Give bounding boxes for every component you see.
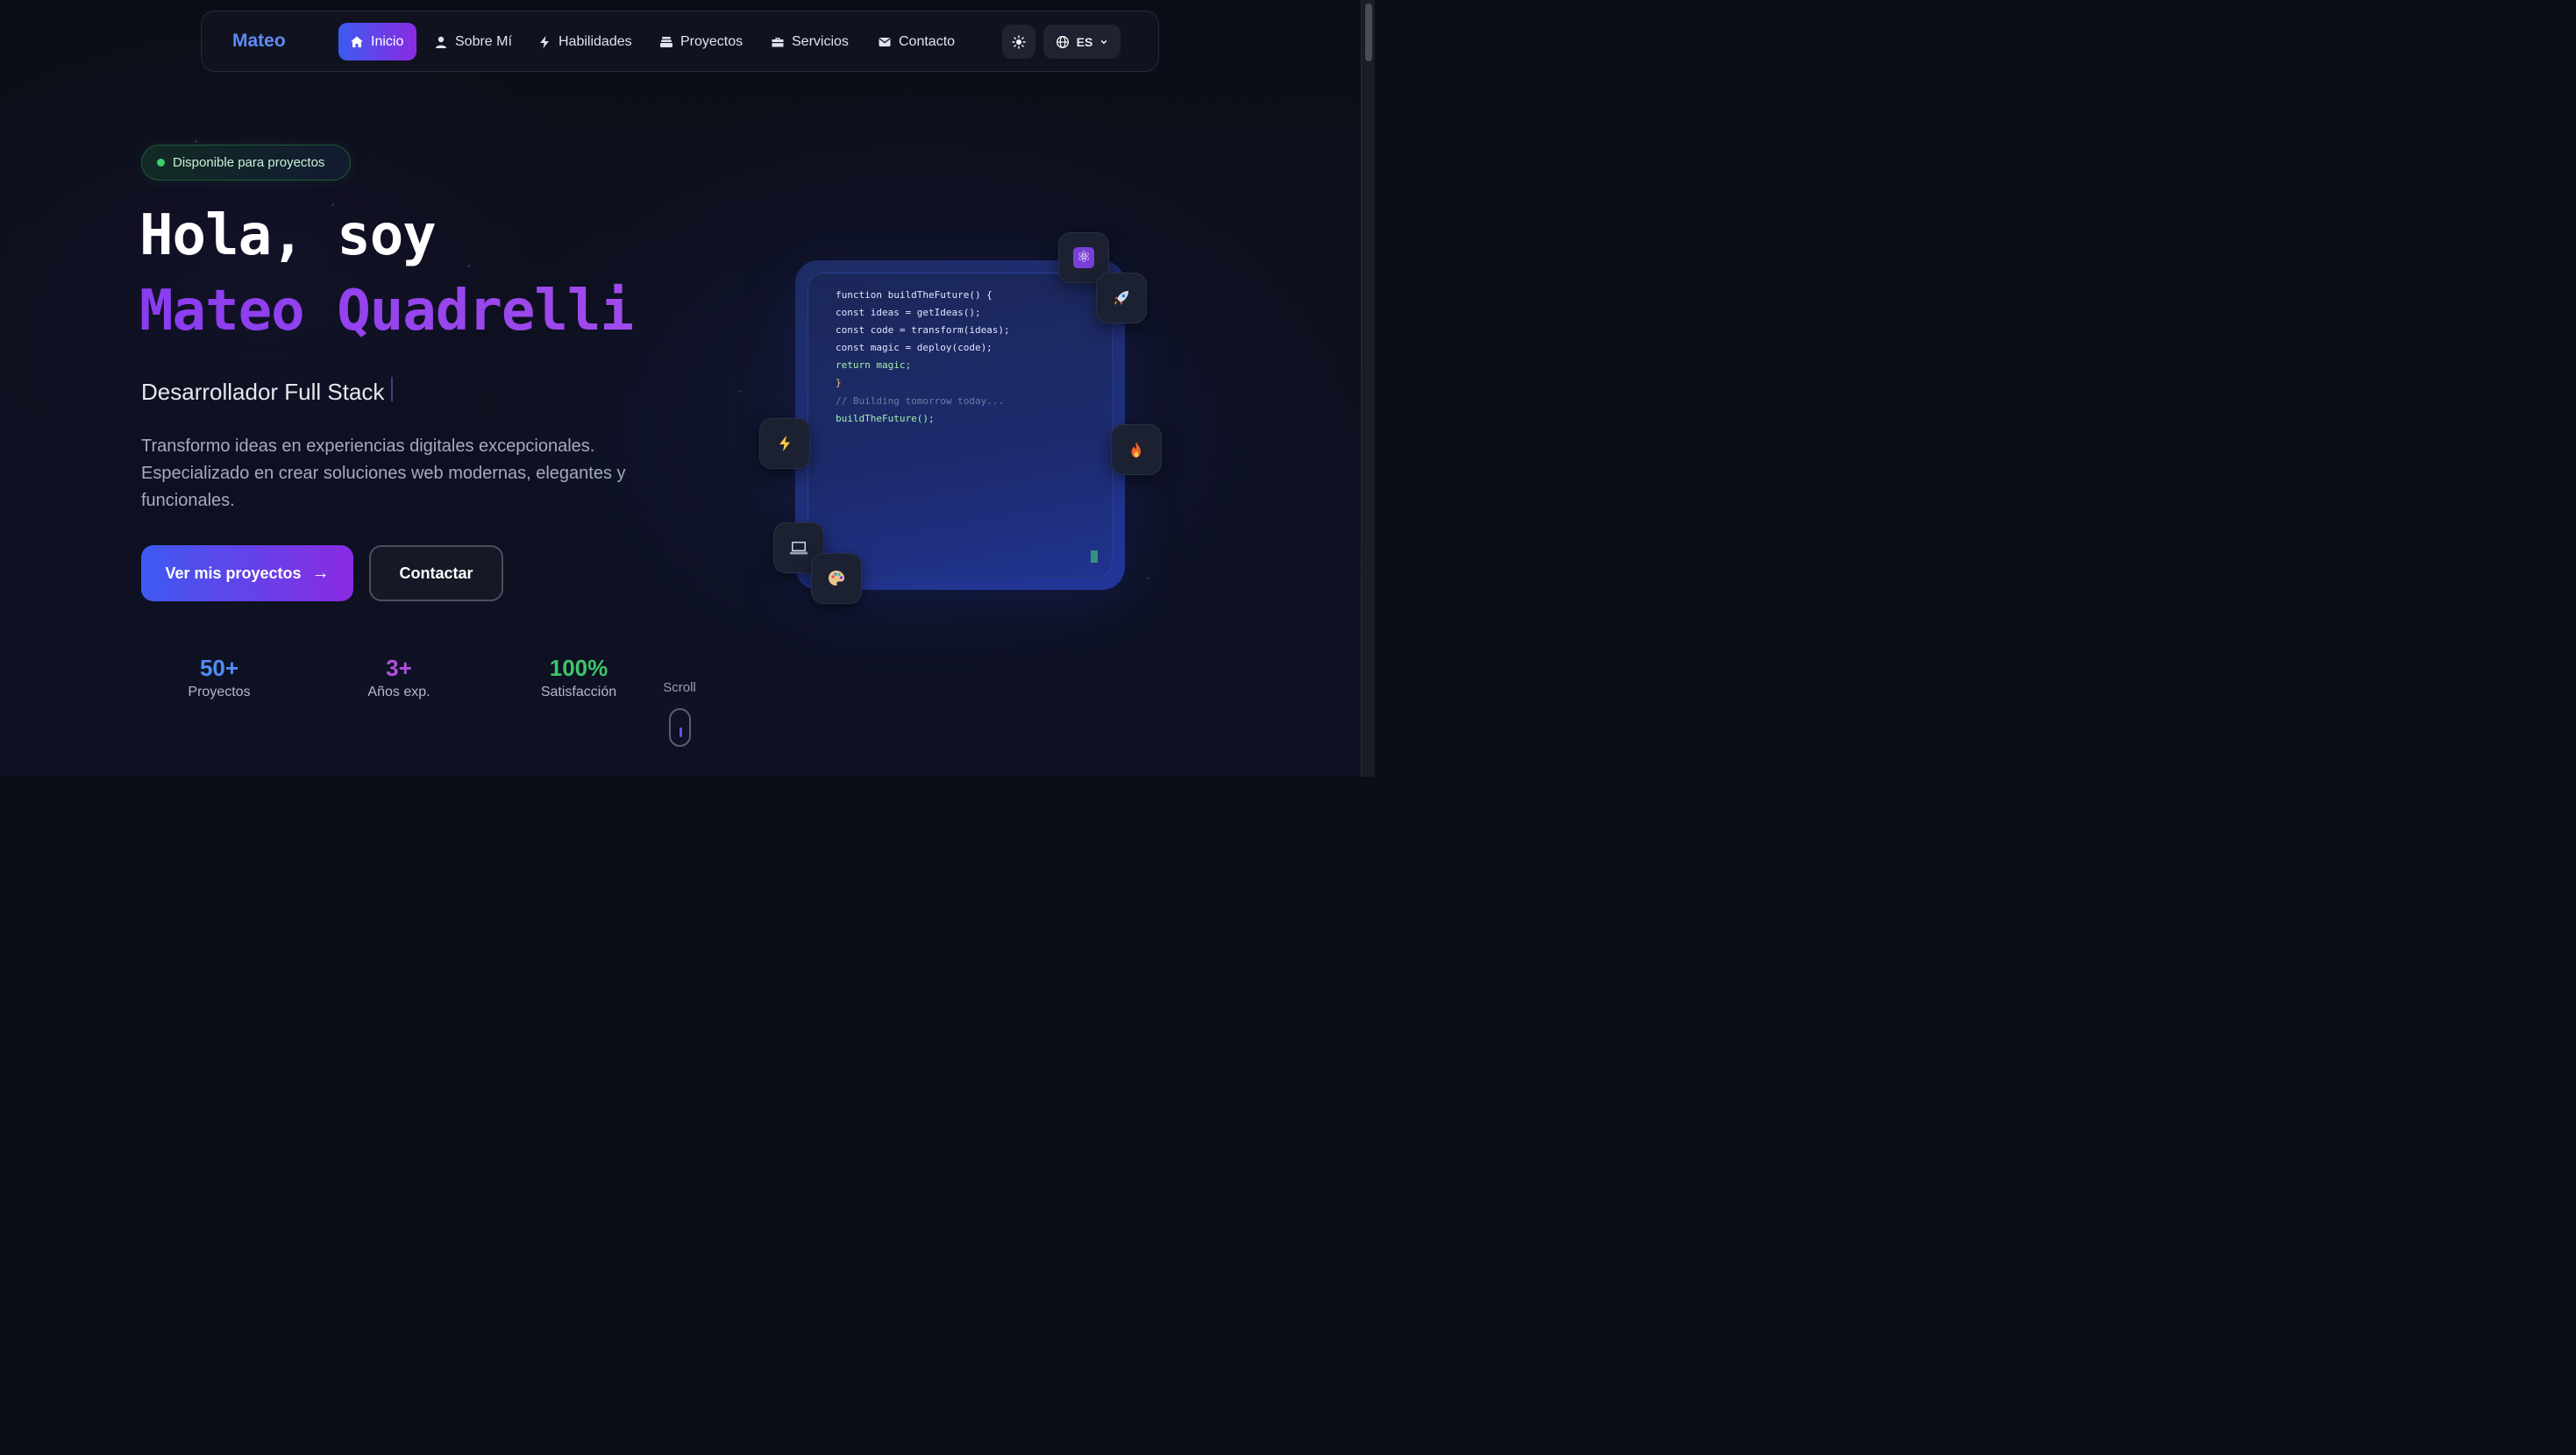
- availability-text: Disponible para proyectos: [173, 155, 325, 170]
- nav-item-label: Servicios: [792, 33, 849, 49]
- nav-item-label: Inicio: [371, 33, 404, 49]
- home-icon: [351, 36, 363, 47]
- mouse-wheel: [679, 728, 682, 737]
- nav-item-label: Proyectos: [680, 33, 744, 49]
- hero-role: Desarrollador Full Stack: [141, 379, 385, 405]
- hero-greeting: Hola, soy: [139, 203, 437, 268]
- scroll-hint-label: Scroll: [663, 680, 696, 695]
- stat-label: Proyectos: [188, 685, 251, 699]
- hero-name: Mateo Quadrelli: [139, 279, 634, 344]
- code-line: }: [836, 377, 842, 388]
- stat-label: Satisfacción: [540, 685, 617, 699]
- user-icon: [436, 36, 446, 48]
- envelope-icon: [879, 37, 891, 46]
- stat-value: 100%: [549, 655, 608, 681]
- bolt-icon: [540, 35, 549, 48]
- nav-item-contacto[interactable]: Contacto: [866, 23, 966, 60]
- lightning-icon: [759, 418, 810, 469]
- atom-glyph: ⚛: [1073, 247, 1094, 268]
- decorative-dot: [467, 265, 470, 267]
- sun-icon: [1012, 34, 1026, 49]
- hero-description: Transformo ideas en experiencias digital…: [141, 436, 626, 510]
- nav-item-sobre-mi[interactable]: Sobre Mí: [423, 23, 523, 60]
- status-dot-icon: [157, 159, 165, 167]
- stat-projects: 50+ Proyectos: [162, 654, 276, 700]
- stat-value: 3+: [386, 655, 412, 681]
- contact-button-label: Contactar: [399, 564, 473, 582]
- nav-item-inicio[interactable]: Inicio: [338, 23, 416, 60]
- rocket-glyph: [1114, 291, 1128, 305]
- portfolio-page: Mateo Inicio Sobre Mí Habilidades Proyec…: [0, 0, 1375, 777]
- stat-label: Años exp.: [367, 685, 431, 699]
- decorative-dot: [1147, 577, 1149, 579]
- briefcase-icon: [772, 37, 784, 46]
- page-scrollbar[interactable]: [1361, 0, 1375, 777]
- nav-item-label: Contacto: [899, 33, 956, 49]
- code-editor-panel: function buildTheFuture() { const ideas …: [808, 273, 1113, 578]
- layers-icon: [660, 36, 672, 47]
- theme-toggle-button[interactable]: [1002, 25, 1035, 59]
- stat-experience: 3+ Años exp.: [342, 654, 456, 700]
- availability-badge: Disponible para proyectos: [141, 145, 351, 181]
- scrollbar-thumb[interactable]: [1365, 4, 1372, 61]
- scroll-mouse-icon[interactable]: [669, 708, 691, 747]
- contact-button[interactable]: Contactar: [369, 545, 503, 601]
- nav-item-label: Sobre Mí: [455, 33, 512, 49]
- laptop-glyph: [790, 542, 808, 555]
- code-line: buildTheFuture();: [836, 413, 935, 424]
- rocket-icon: [1096, 273, 1147, 323]
- globe-icon: [1056, 35, 1069, 48]
- view-projects-button[interactable]: Ver mis proyectos →: [141, 545, 353, 601]
- nav-item-label: Habilidades: [559, 33, 632, 49]
- stat-satisfaction: 100% Satisfacción: [522, 654, 636, 700]
- typing-caret: [391, 377, 393, 401]
- view-projects-label: Ver mis proyectos: [165, 564, 302, 582]
- decorative-dot: [739, 390, 742, 393]
- language-code: ES: [1076, 34, 1093, 49]
- code-line: return magic;: [836, 359, 912, 371]
- arrow-right-icon: →: [311, 563, 330, 583]
- code-window: function buildTheFuture() { const ideas …: [795, 260, 1125, 590]
- terminal-cursor: [1091, 550, 1098, 563]
- fire-glyph: [1131, 442, 1141, 458]
- code-line: function buildTheFuture() {: [836, 289, 993, 301]
- language-selector[interactable]: ES: [1043, 25, 1121, 59]
- nav-item-servicios[interactable]: Servicios: [759, 23, 860, 60]
- code-line: const ideas = getIdeas();: [836, 307, 981, 318]
- chevron-down-icon: [1101, 39, 1107, 44]
- top-navbar: Mateo Inicio Sobre Mí Habilidades Proyec…: [201, 11, 1159, 72]
- decorative-dot: [195, 140, 197, 143]
- code-line: const code = transform(ideas);: [836, 324, 1010, 336]
- fire-icon: [1111, 424, 1162, 475]
- code-comment: // Building tomorrow today...: [836, 395, 1005, 407]
- stat-value: 50+: [199, 655, 239, 681]
- brand-logo[interactable]: Mateo: [232, 31, 286, 52]
- code-line: const magic = deploy(code);: [836, 342, 993, 353]
- nav-item-habilidades[interactable]: Habilidades: [526, 23, 644, 60]
- lightning-glyph: [779, 436, 790, 451]
- nav-item-proyectos[interactable]: Proyectos: [648, 23, 754, 60]
- palette-icon: [811, 553, 862, 604]
- palette-glyph: [829, 571, 844, 586]
